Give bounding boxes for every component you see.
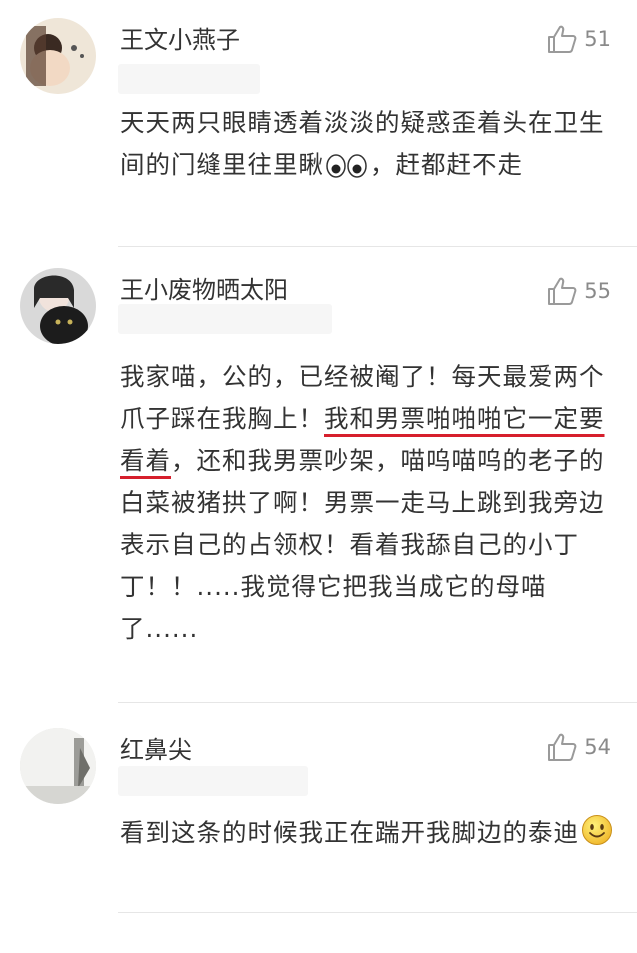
thumbs-up-icon (548, 25, 577, 53)
comment-text: 我家喵，公的，已经被阉了！每天最爱两个爪子踩在我胸上！我和男票啪啪啪它一定要看着… (120, 362, 605, 643)
thumbs-up-icon (548, 733, 577, 761)
divider (118, 702, 637, 703)
like-button[interactable]: 51 (546, 22, 611, 56)
eyes-emoji (326, 149, 368, 191)
comment-item: 王小废物晒太阳 55 我家喵，公的，已经被阉了！每天最爱两个爪子踩在我胸上！我和… (0, 248, 637, 702)
like-button[interactable]: 54 (546, 730, 611, 764)
username[interactable]: 王小废物晒太阳 (120, 270, 288, 305)
comment-item: 王文小燕子 51 天天两只眼睛透着淡淡的疑惑歪着头在卫生间的门缝里往里瞅 ，赶都赶… (0, 0, 637, 246)
timestamp-redacted (118, 304, 332, 334)
like-count: 54 (584, 735, 611, 759)
like-count: 51 (584, 27, 611, 51)
timestamp-redacted (118, 766, 308, 796)
avatar[interactable] (20, 728, 96, 804)
smile-emoji (581, 814, 613, 859)
username[interactable]: 王文小燕子 (120, 20, 240, 55)
username[interactable]: 红鼻尖 (120, 730, 192, 765)
timestamp-redacted (118, 64, 260, 94)
divider (118, 912, 637, 913)
avatar[interactable] (20, 268, 96, 344)
thumbs-up-icon (548, 277, 577, 305)
like-button[interactable]: 55 (546, 274, 611, 308)
comment-text: 看到这条的时候我正在踹开我脚边的泰迪 (120, 812, 616, 859)
avatar[interactable] (20, 18, 96, 94)
like-count: 55 (584, 279, 611, 303)
divider (118, 246, 637, 247)
comment-text: 天天两只眼睛透着淡淡的疑惑歪着头在卫生间的门缝里往里瞅 ，赶都赶不走 (120, 102, 616, 191)
comment-item: 红鼻尖 54 看到这条的时候我正在踹开我脚边的泰迪 (0, 704, 637, 914)
